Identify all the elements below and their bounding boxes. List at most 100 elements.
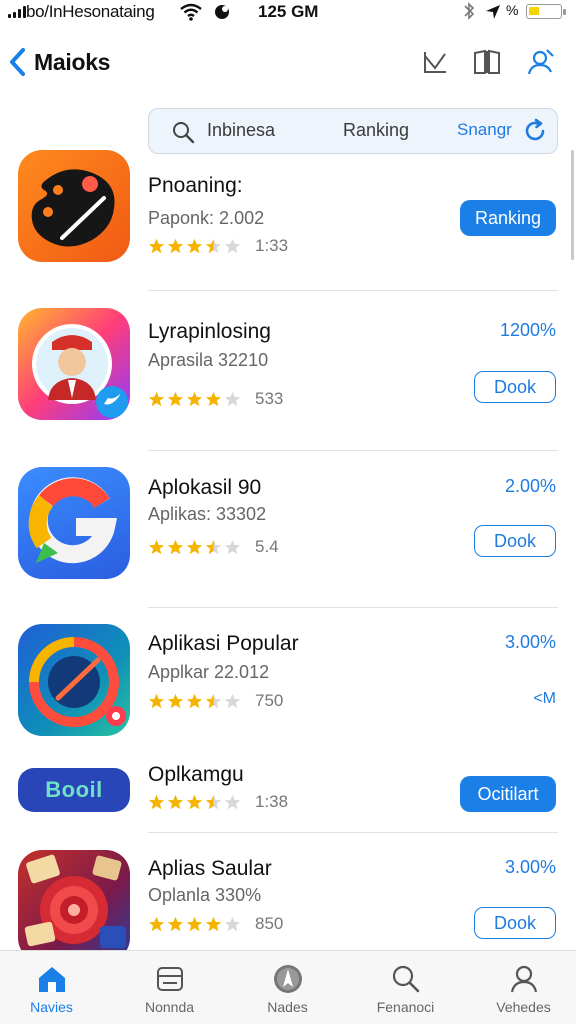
bluetooth-icon [464, 2, 475, 20]
get-button[interactable]: Dook [474, 525, 556, 557]
tab-nonnda[interactable]: Nonnda [112, 951, 227, 1024]
app-name[interactable]: Aplokasil 90 [148, 476, 261, 500]
star-icon [186, 693, 203, 708]
get-button[interactable]: Dook [474, 371, 556, 403]
star-icon [205, 539, 222, 554]
home-icon [36, 963, 68, 995]
tab-nades[interactable]: Nades [230, 951, 345, 1024]
rating-stars: 1:38 [148, 792, 288, 812]
divider [148, 290, 558, 291]
tab-label: Nonnda [144, 999, 195, 1015]
app-icon-compass[interactable] [18, 624, 130, 736]
rating-stars: 1:33 [148, 236, 288, 256]
app-icon-g-logo[interactable] [18, 467, 130, 579]
star-icon [205, 794, 222, 809]
rating-stars: 533 [148, 389, 283, 409]
star-icon [148, 916, 165, 931]
tab-navies[interactable]: Navies [0, 951, 109, 1024]
star-icon [148, 238, 165, 253]
tab-fenanoci[interactable]: Fenanoci [348, 951, 463, 1024]
star-icon [224, 794, 241, 809]
star-icon [224, 539, 241, 554]
location-icon [486, 5, 500, 19]
signal-icon [8, 6, 26, 18]
app-price: 1200% [499, 320, 556, 340]
chart-icon[interactable] [420, 46, 450, 78]
battery-percent: % [506, 2, 519, 18]
rating-count: 5.4 [255, 537, 279, 556]
app-icon-palette[interactable] [18, 150, 130, 262]
star-icon [167, 391, 184, 406]
star-icon [167, 238, 184, 253]
app-icon-avatar[interactable] [18, 308, 130, 420]
star-icon [186, 794, 203, 809]
divider [148, 832, 558, 833]
card-icon [154, 963, 186, 995]
segment-ranking[interactable]: Ranking [343, 120, 409, 141]
app-banner[interactable]: Booil [18, 768, 130, 812]
star-icon [186, 391, 203, 406]
battery-icon [526, 4, 562, 19]
segment-snangr[interactable]: Snangr [457, 120, 512, 140]
book-icon[interactable] [472, 46, 502, 78]
app-subtitle: Applkar 22.012 [148, 662, 270, 682]
app-icon-target[interactable] [18, 850, 130, 962]
tab-label: Navies [30, 999, 73, 1015]
star-icon [167, 794, 184, 809]
star-icon [224, 916, 241, 931]
divider [148, 450, 558, 451]
app-subtitle: Aprasila 32210 [148, 350, 269, 370]
app-name[interactable]: Oplkamgu [148, 763, 244, 787]
compass-icon [272, 963, 304, 995]
rating-count: 750 [255, 691, 284, 710]
star-icon [205, 391, 222, 406]
star-icon [167, 916, 184, 931]
rating-count: 1:33 [255, 236, 289, 255]
star-icon [148, 539, 165, 554]
star-icon [167, 693, 184, 708]
app-name[interactable]: Aplikasi Popular [148, 632, 299, 656]
clock: 125 GM [258, 2, 319, 21]
more-link[interactable]: <M [533, 690, 556, 708]
tab-label: Vehedes [496, 999, 551, 1015]
action-button[interactable]: Ocitilart [460, 776, 556, 812]
refresh-icon[interactable] [523, 118, 547, 144]
ranking-button[interactable]: Ranking [460, 200, 556, 236]
scroll-indicator[interactable] [571, 150, 574, 260]
battery-tip [563, 9, 566, 15]
app-name[interactable]: Pnoaning: [148, 174, 243, 198]
tab-bar: Navies Nonnda Nades Fenanoci Vehedes [0, 950, 576, 1024]
star-icon [186, 238, 203, 253]
person-icon [508, 963, 540, 995]
star-icon [205, 916, 222, 931]
rating-stars: 750 [148, 691, 283, 711]
app-price: 3.00% [504, 632, 556, 652]
app-price: 2.00% [504, 476, 556, 496]
star-icon [205, 238, 222, 253]
app-subtitle: Oplanla 330% [148, 885, 262, 905]
app-name[interactable]: Aplias Saular [148, 857, 272, 881]
star-icon [224, 391, 241, 406]
star-icon [167, 539, 184, 554]
star-icon [148, 693, 165, 708]
segment-inbinesa[interactable]: Inbinesa [207, 120, 275, 141]
divider [148, 607, 558, 608]
rating-stars: 850 [148, 914, 283, 934]
rating-count: 850 [255, 914, 284, 933]
wifi-icon [180, 3, 202, 21]
focus-icon [215, 5, 229, 19]
tab-vehedes[interactable]: Vehedes [466, 951, 576, 1024]
app-name[interactable]: Lyrapinlosing [148, 320, 271, 344]
rating-count: 533 [255, 389, 284, 408]
app-price: 3.00% [504, 857, 556, 877]
segment-bar: Inbinesa Ranking Snangr [148, 108, 558, 154]
get-button[interactable]: Dook [474, 907, 556, 939]
tab-label: Nades [267, 999, 308, 1015]
app-subtitle: Paponk: 2.002 [148, 208, 265, 228]
back-button[interactable]: Maioks [8, 46, 110, 78]
rating-count: 1:38 [255, 792, 289, 811]
star-icon [148, 391, 165, 406]
search-icon [390, 963, 422, 995]
search-icon[interactable] [171, 120, 195, 144]
profile-settings-icon[interactable] [526, 46, 556, 78]
